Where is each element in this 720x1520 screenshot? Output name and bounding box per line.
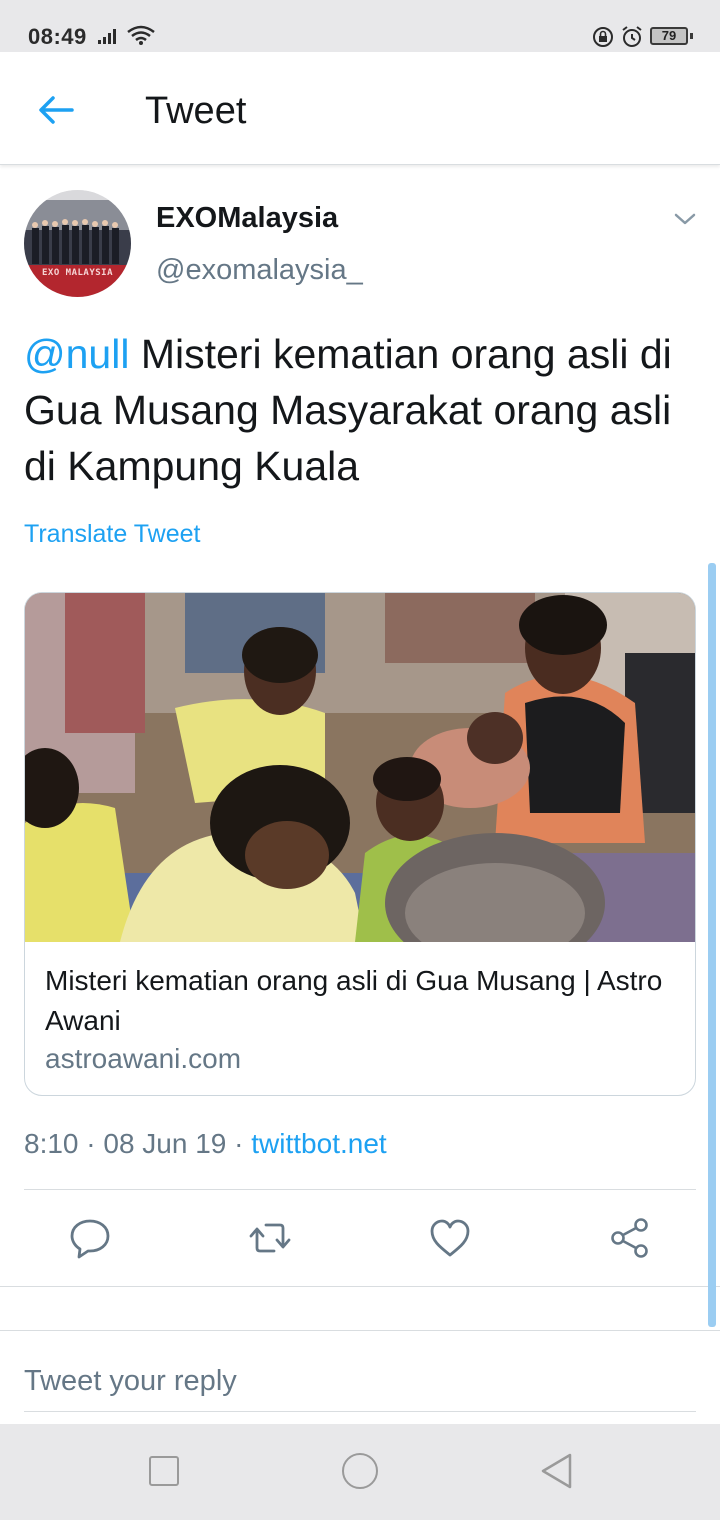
avatar-caption: EXO MALAYSIA: [41, 268, 114, 278]
translate-tweet-link[interactable]: Translate Tweet: [24, 520, 200, 549]
status-time: 08:49: [28, 24, 87, 49]
recent-apps-icon[interactable]: [149, 1456, 179, 1486]
page-title: Tweet: [145, 90, 247, 132]
alarm-icon: [622, 26, 642, 47]
reply-icon[interactable]: [68, 1216, 112, 1260]
reply-input[interactable]: [24, 1352, 696, 1412]
card-title: Misteri kematian orang asli di Gua Musan…: [45, 965, 663, 1036]
section-gap: [0, 1287, 720, 1330]
divider: [0, 1330, 720, 1331]
battery-level: 79: [661, 28, 677, 43]
wifi-icon: [127, 25, 155, 45]
tweet-text: @null Misteri kematian orang asli di Gua…: [24, 326, 704, 494]
mention-link[interactable]: @null: [24, 331, 129, 377]
battery-nub: [690, 33, 693, 39]
card-domain: astroawani.com: [45, 1043, 242, 1074]
tweet-meta: 8:10 · 08 Jun 19 · twittbot.net: [24, 1128, 387, 1160]
divider: [24, 1189, 696, 1190]
avatar[interactable]: EXO MALAYSIA: [24, 190, 131, 297]
user-handle[interactable]: @exomalaysia_: [156, 254, 363, 287]
home-icon[interactable]: [342, 1453, 378, 1489]
arrow-left-icon[interactable]: [36, 90, 76, 130]
tweet-timestamp: 8:10 · 08 Jun 19 ·: [24, 1128, 252, 1159]
signal-icon: [98, 29, 116, 44]
link-card[interactable]: Misteri kematian orang asli di Gua Musan…: [24, 592, 696, 1096]
battery-icon: 79: [650, 27, 688, 45]
retweet-icon[interactable]: [248, 1216, 292, 1260]
source-link[interactable]: twittbot.net: [251, 1128, 386, 1159]
scrollbar[interactable]: [708, 563, 716, 1327]
app-header: Tweet: [0, 52, 720, 165]
rotation-lock-icon: [593, 27, 613, 47]
card-image: [25, 593, 695, 942]
back-triangle-icon[interactable]: [538, 1452, 574, 1490]
display-name[interactable]: EXOMalaysia: [156, 202, 338, 235]
chevron-down-icon[interactable]: [672, 210, 698, 228]
status-bar: 08:49 79: [0, 0, 720, 52]
share-icon[interactable]: [608, 1216, 652, 1260]
heart-icon[interactable]: [428, 1216, 472, 1260]
